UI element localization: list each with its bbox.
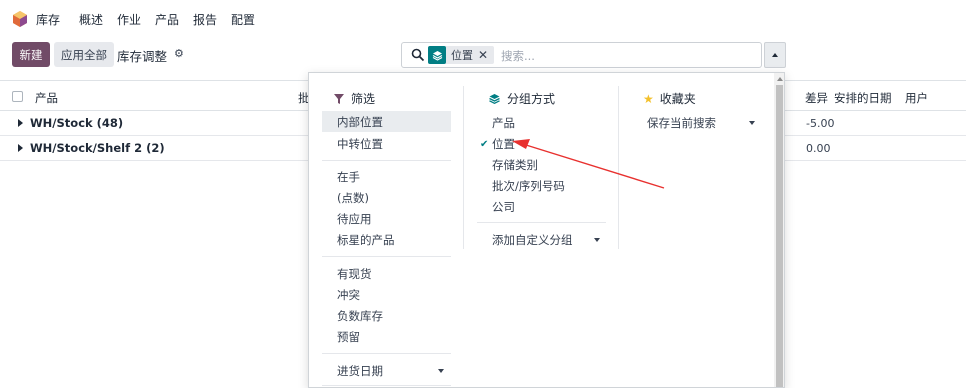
column-header-product[interactable]: 产品 — [35, 90, 58, 106]
filters-title: 筛选 — [334, 90, 375, 107]
checkmark-icon: ✔ — [480, 139, 489, 150]
group-difference: -5.00 — [806, 117, 835, 130]
caret-right-icon — [18, 144, 23, 152]
menu-operations[interactable]: 作业 — [117, 11, 141, 28]
filter-item-in-stock[interactable]: 有现货 — [337, 266, 372, 282]
scroll-up-icon[interactable] — [777, 77, 783, 81]
new-button[interactable]: 新建 — [12, 42, 50, 67]
column-divider — [618, 86, 619, 249]
divider — [322, 385, 451, 386]
layers-icon — [428, 46, 446, 64]
search-panel-toggle-button[interactable] — [764, 42, 786, 68]
column-header-user[interactable]: 用户 — [905, 90, 928, 106]
groupby-item-location[interactable]: 位置 — [492, 136, 515, 152]
app-logo-icon[interactable] — [13, 11, 27, 27]
chevron-down-icon[interactable] — [749, 121, 755, 125]
filter-label: 内部位置 — [337, 115, 383, 129]
page-title: 库存调整 — [117, 49, 168, 64]
group-name: WH/Stock (48) — [30, 116, 124, 130]
top-navbar: 库存 概述 作业 产品 报告 配置 — [0, 0, 966, 36]
group-name: WH/Stock/Shelf 2 (2) — [30, 141, 165, 155]
divider — [322, 353, 451, 354]
scrollbar-thumb[interactable] — [776, 85, 783, 387]
menu-configuration[interactable]: 配置 — [231, 11, 255, 28]
filter-item-on-hand[interactable]: 在手 — [337, 169, 360, 185]
filter-item-negative-stock[interactable]: 负数库存 — [337, 308, 383, 324]
divider — [322, 160, 451, 161]
filter-item-count[interactable]: (点数) — [337, 190, 369, 206]
star-icon: ★ — [643, 91, 654, 106]
search-input[interactable]: 搜索... — [501, 48, 535, 64]
menu-overview[interactable]: 概述 — [79, 11, 103, 28]
filter-item-transit-locations[interactable]: 中转位置 — [337, 136, 383, 152]
facet-label: 位置 — [451, 49, 473, 62]
filter-item-conflicts[interactable]: 冲突 — [337, 287, 360, 303]
menu-reporting[interactable]: 报告 — [193, 11, 217, 28]
filter-item-starred-products[interactable]: 标星的产品 — [337, 232, 395, 248]
scrollbar[interactable] — [774, 73, 784, 387]
group-by-title-label: 分组方式 — [507, 92, 556, 106]
filter-item-internal-locations[interactable]: 内部位置 — [322, 111, 451, 132]
add-custom-group-select[interactable]: 添加自定义分组 — [492, 232, 573, 248]
chevron-down-icon[interactable] — [438, 369, 444, 373]
facet-remove-icon[interactable]: ✕ — [478, 48, 494, 62]
filter-icon — [334, 93, 344, 104]
divider — [477, 222, 606, 223]
groupby-item-storage-category[interactable]: 存储类别 — [492, 157, 538, 173]
gear-icon[interactable]: ⚙ — [174, 47, 184, 60]
groupby-item-product[interactable]: 产品 — [492, 115, 515, 131]
search-bar[interactable]: 位置 ✕ 搜索... — [401, 42, 762, 68]
layers-icon — [489, 94, 500, 104]
favorites-title: ★ 收藏夹 — [643, 90, 696, 107]
favorites-title-label: 收藏夹 — [659, 92, 696, 106]
caret-up-icon — [772, 53, 778, 57]
filter-item-to-apply[interactable]: 待应用 — [337, 211, 372, 227]
column-divider — [463, 86, 464, 249]
group-difference: 0.00 — [806, 142, 831, 155]
search-facet: 位置 ✕ — [428, 46, 495, 64]
save-current-search-toggle[interactable]: 保存当前搜索 — [647, 115, 716, 131]
filter-item-incoming-date[interactable]: 进货日期 — [337, 363, 383, 379]
app-name[interactable]: 库存 — [36, 11, 60, 28]
filters-title-label: 筛选 — [351, 92, 376, 106]
menu-products[interactable]: 产品 — [155, 11, 179, 28]
select-all-checkbox[interactable] — [12, 91, 23, 102]
groupby-item-lot-serial[interactable]: 批次/序列号码 — [492, 178, 565, 194]
filter-item-reserved[interactable]: 预留 — [337, 329, 360, 345]
column-header-difference[interactable]: 差异 — [805, 90, 828, 106]
chevron-down-icon[interactable] — [594, 238, 600, 242]
column-header-scheduled-date[interactable]: 安排的日期 — [834, 90, 892, 106]
group-by-title: 分组方式 — [489, 90, 555, 107]
groupby-item-company[interactable]: 公司 — [492, 199, 515, 215]
search-icon[interactable] — [411, 48, 425, 62]
divider — [322, 256, 451, 257]
search-panel-dropdown: 筛选 内部位置 中转位置 在手 (点数) 待应用 标星的产品 有现货 冲突 负数… — [308, 72, 785, 388]
caret-right-icon — [18, 119, 23, 127]
apply-all-button[interactable]: 应用全部 — [54, 42, 114, 67]
